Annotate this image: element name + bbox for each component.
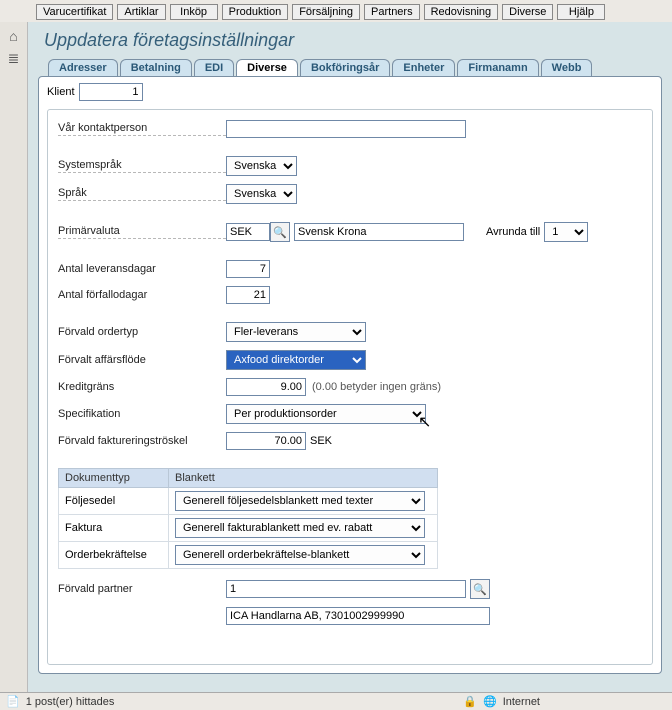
input-creditlimit[interactable] (226, 378, 306, 396)
menu-redovisning[interactable]: Redovisning (424, 4, 499, 20)
doc-col-type: Dokumenttyp (59, 469, 169, 488)
spacer (58, 616, 226, 617)
status-bar: 📄 1 post(er) hittades 🔒 🌐 Internet (0, 692, 672, 710)
form-box: Vår kontaktperson Systemspråk Svenska Sp… (47, 109, 653, 665)
label-creditlimit: Kreditgräns (58, 381, 226, 394)
status-left: 1 post(er) hittades (26, 696, 115, 708)
label-lang: Språk (58, 187, 226, 201)
tab-diverse[interactable]: Diverse (236, 59, 298, 76)
label-curunit: SEK (310, 435, 332, 447)
input-deliverydays[interactable] (226, 260, 270, 278)
hint-creditlimit: (0.00 betyder ingen gräns) (312, 381, 441, 393)
menu-diverse[interactable]: Diverse (502, 4, 553, 20)
doc-row-foljesedel: Följesedel (59, 488, 169, 515)
select-orderbekraftelse[interactable]: Generell orderbekräftelse-blankett (175, 545, 425, 565)
tab-betalning[interactable]: Betalning (120, 59, 192, 76)
label-duedays: Antal förfallodagar (58, 289, 226, 302)
select-systemlang[interactable]: Svenska (226, 156, 297, 176)
page-body: Uppdatera företagsinställningar Adresser… (28, 22, 672, 692)
menu-inkop[interactable]: Inköp (170, 4, 218, 20)
table-row: Faktura Generell fakturablankett med ev.… (59, 515, 438, 542)
input-duedays[interactable] (226, 286, 270, 304)
left-toolbar: ⌂ ≣ (0, 22, 28, 692)
select-bizflow[interactable]: Axfood direktorder (226, 350, 366, 370)
input-defpartner-name (226, 607, 490, 625)
menu-varucertifikat[interactable]: Varucertifikat (36, 4, 113, 20)
menu-produktion[interactable]: Produktion (222, 4, 289, 20)
page-icon: 📄 (6, 695, 20, 708)
label-systemlang: Systemspråk (58, 159, 226, 173)
input-defpartner-id[interactable] (226, 580, 466, 598)
lines-icon[interactable]: ≣ (0, 50, 27, 67)
tab-strip: Adresser Betalning EDI Diverse Bokföring… (48, 59, 662, 76)
label-defpartner: Förvald partner (58, 583, 226, 596)
menu-forsaljning[interactable]: Försäljning (292, 4, 360, 20)
tab-firmanamn[interactable]: Firmanamn (457, 59, 538, 76)
doc-row-orderbekraftelse: Orderbekräftelse (59, 542, 169, 569)
status-zone: Internet (503, 696, 540, 708)
label-deliverydays: Antal leveransdagar (58, 263, 226, 276)
select-roundto[interactable]: 1 (544, 222, 588, 242)
doc-col-blankett: Blankett (169, 469, 438, 488)
search-partner-icon[interactable]: 🔍 (470, 579, 490, 599)
input-invthreshold[interactable] (226, 432, 306, 450)
doc-row-faktura: Faktura (59, 515, 169, 542)
select-specification[interactable]: Per produktionsorder (226, 404, 426, 424)
input-primcur-name (294, 223, 464, 241)
globe-icon: 🌐 (483, 695, 497, 708)
home-icon[interactable]: ⌂ (0, 28, 27, 44)
menu-artiklar[interactable]: Artiklar (117, 4, 165, 20)
label-roundto: Avrunda till (486, 226, 540, 238)
tab-edi[interactable]: EDI (194, 59, 234, 76)
input-contact[interactable] (226, 120, 466, 138)
klient-input[interactable] (79, 83, 143, 101)
tab-panel: Klient Vår kontaktperson Systemspråk Sve… (38, 76, 662, 674)
klient-label: Klient (47, 86, 75, 98)
lock-icon: 🔒 (463, 695, 477, 708)
tab-bokforingsar[interactable]: Bokföringsår (300, 59, 390, 76)
page-title: Uppdatera företagsinställningar (44, 30, 662, 51)
document-table: Dokumenttyp Blankett Följesedel Generell… (58, 468, 438, 569)
tab-adresser[interactable]: Adresser (48, 59, 118, 76)
label-ordertype: Förvald ordertyp (58, 326, 226, 339)
label-specification: Specifikation (58, 408, 226, 421)
select-ordertype[interactable]: Fler-leverans (226, 322, 366, 342)
select-foljesedel[interactable]: Generell följesedelsblankett med texter (175, 491, 425, 511)
tab-enheter[interactable]: Enheter (392, 59, 455, 76)
search-currency-icon[interactable]: 🔍 (270, 222, 290, 242)
label-invthreshold: Förvald faktureringströskel (58, 435, 226, 448)
table-row: Följesedel Generell följesedelsblankett … (59, 488, 438, 515)
table-row: Orderbekräftelse Generell orderbekräftel… (59, 542, 438, 569)
menu-partners[interactable]: Partners (364, 4, 420, 20)
top-menu: Varucertifikat Artiklar Inköp Produktion… (0, 0, 672, 23)
label-bizflow: Förvalt affärsflöde (58, 354, 226, 367)
menu-hjalp[interactable]: Hjälp (557, 4, 605, 20)
label-contact: Vår kontaktperson (58, 122, 226, 136)
select-faktura[interactable]: Generell fakturablankett med ev. rabatt (175, 518, 425, 538)
select-lang[interactable]: Svenska (226, 184, 297, 204)
input-primcur-code[interactable] (226, 223, 270, 241)
tab-webb[interactable]: Webb (541, 59, 593, 76)
label-primcur: Primärvaluta (58, 225, 226, 239)
